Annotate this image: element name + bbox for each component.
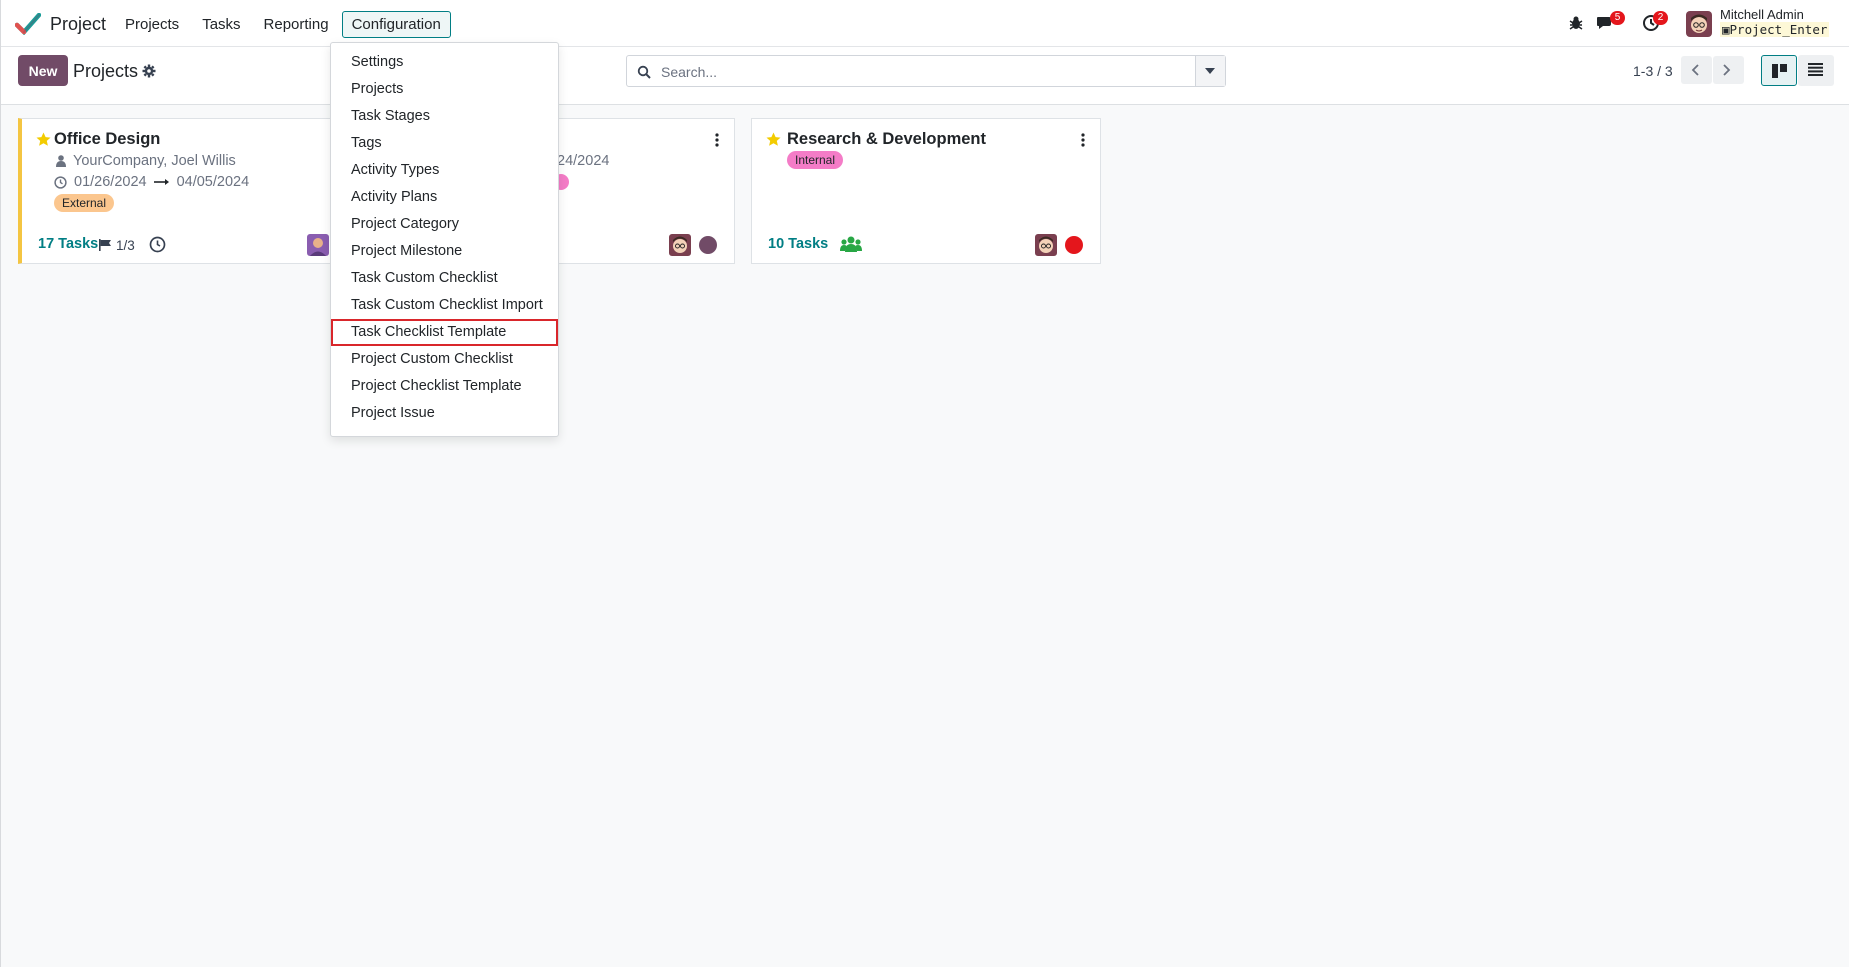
menu-item-activity-types[interactable]: Activity Types bbox=[331, 157, 558, 184]
project-dates: 01/26/2024 04/05/2024 bbox=[54, 174, 249, 190]
search-icon bbox=[637, 65, 651, 79]
menu-item-project-category[interactable]: Project Category bbox=[331, 211, 558, 238]
menu-item-settings[interactable]: Settings bbox=[331, 49, 558, 76]
tag-external: External bbox=[54, 194, 115, 212]
menu-tasks[interactable]: Tasks bbox=[192, 11, 250, 38]
list-view-button[interactable] bbox=[1798, 55, 1834, 86]
activities-badge: 2 bbox=[1653, 11, 1668, 25]
favorite-star-icon[interactable] bbox=[766, 132, 781, 147]
customer-name: YourCompany, Joel Willis bbox=[73, 153, 236, 169]
tag-internal: Internal bbox=[787, 151, 844, 169]
menu-configuration[interactable]: Configuration bbox=[341, 11, 451, 38]
date-end: 04/05/2024 bbox=[176, 174, 250, 190]
menu-item-project-issue[interactable]: Project Issue bbox=[331, 400, 558, 427]
date-start: 01/26/2024 bbox=[74, 174, 147, 190]
kebab-menu-icon[interactable] bbox=[715, 133, 719, 147]
configuration-dropdown: Settings Projects Task Stages Tags Activ… bbox=[330, 42, 559, 437]
kanban-view-button[interactable] bbox=[1761, 55, 1797, 86]
search-input[interactable] bbox=[659, 57, 1193, 87]
tasks-link[interactable]: 17 Tasks bbox=[38, 236, 98, 252]
database-label: Project_Enter bbox=[1729, 22, 1828, 37]
menu-item-task-custom-checklist-import[interactable]: Task Custom Checklist Import bbox=[331, 292, 558, 319]
menu-item-task-checklist-template[interactable]: Task Checklist Template bbox=[331, 319, 558, 346]
user-name[interactable]: Mitchell Admin bbox=[1720, 7, 1804, 22]
menu-item-task-custom-checklist[interactable]: Task Custom Checklist bbox=[331, 265, 558, 292]
status-dot[interactable] bbox=[1065, 236, 1083, 254]
user-avatar[interactable] bbox=[1686, 11, 1712, 37]
menu-item-activity-plans[interactable]: Activity Plans bbox=[331, 184, 558, 211]
project-title[interactable]: Research & Development bbox=[787, 130, 986, 149]
activity-clock-icon[interactable] bbox=[149, 236, 166, 253]
flag-icon bbox=[99, 239, 111, 251]
team-users-icon bbox=[840, 236, 862, 252]
assignee-avatar[interactable] bbox=[1035, 234, 1057, 256]
main-menu: Projects Tasks Reporting Configuration bbox=[115, 11, 454, 38]
pager-next-button[interactable] bbox=[1713, 56, 1744, 84]
project-customer: YourCompany, Joel Willis bbox=[56, 153, 236, 169]
app-name: Project bbox=[50, 13, 107, 34]
search-options-toggle[interactable] bbox=[1195, 56, 1225, 86]
arrow-right-icon bbox=[153, 179, 169, 185]
user-icon bbox=[56, 155, 66, 167]
date-end-partial: /24/2024 bbox=[553, 153, 610, 169]
favorite-star-icon[interactable] bbox=[36, 132, 51, 147]
database-icon: ▣ bbox=[1722, 22, 1730, 37]
messages-badge: 5 bbox=[1610, 11, 1625, 25]
kebab-menu-icon[interactable] bbox=[1081, 133, 1085, 147]
menu-item-project-custom-checklist[interactable]: Project Custom Checklist bbox=[331, 346, 558, 373]
menu-item-task-stages[interactable]: Task Stages bbox=[331, 103, 558, 130]
bug-icon[interactable] bbox=[1567, 14, 1585, 32]
control-panel: New Projects 1-3 / 3 bbox=[1, 47, 1849, 105]
chevron-right-icon bbox=[1723, 64, 1731, 76]
menu-item-projects[interactable]: Projects bbox=[331, 76, 558, 103]
new-button[interactable]: New bbox=[18, 55, 68, 86]
list-icon bbox=[1808, 63, 1823, 76]
project-card-research-development[interactable]: Research & Development Internal 10 Tasks bbox=[751, 118, 1101, 264]
clock-icon bbox=[54, 175, 67, 189]
app-brand[interactable]: Project bbox=[15, 12, 106, 36]
top-navbar: Project Projects Tasks Reporting Configu… bbox=[1, 0, 1849, 47]
pager-previous-button[interactable] bbox=[1681, 56, 1712, 84]
project-title[interactable]: Office Design bbox=[54, 130, 160, 149]
search-bar bbox=[626, 55, 1226, 87]
pager-value[interactable]: 1-3 / 3 bbox=[1633, 63, 1673, 79]
menu-item-project-milestone[interactable]: Project Milestone bbox=[331, 238, 558, 265]
assignee-avatar[interactable] bbox=[307, 234, 329, 256]
gear-icon[interactable] bbox=[142, 64, 156, 78]
menu-item-project-checklist-template[interactable]: Project Checklist Template bbox=[331, 373, 558, 400]
milestones-count: 1/3 bbox=[116, 238, 135, 253]
status-dot[interactable] bbox=[699, 236, 717, 254]
project-card-office-design[interactable]: Office Design YourCompany, Joel Willis 0… bbox=[18, 118, 340, 264]
page-title: Projects bbox=[73, 61, 139, 81]
chevron-left-icon bbox=[1691, 64, 1699, 76]
menu-projects[interactable]: Projects bbox=[115, 11, 189, 38]
project-logo-icon bbox=[15, 13, 41, 35]
tasks-link[interactable]: 10 Tasks bbox=[768, 236, 828, 252]
assignee-avatar[interactable] bbox=[669, 234, 691, 256]
kanban-icon bbox=[1772, 64, 1787, 78]
menu-reporting[interactable]: Reporting bbox=[254, 11, 339, 38]
caret-down-icon bbox=[1205, 68, 1215, 74]
database-name: ▣Project_Enter bbox=[1720, 22, 1830, 37]
menu-item-tags[interactable]: Tags bbox=[331, 130, 558, 157]
